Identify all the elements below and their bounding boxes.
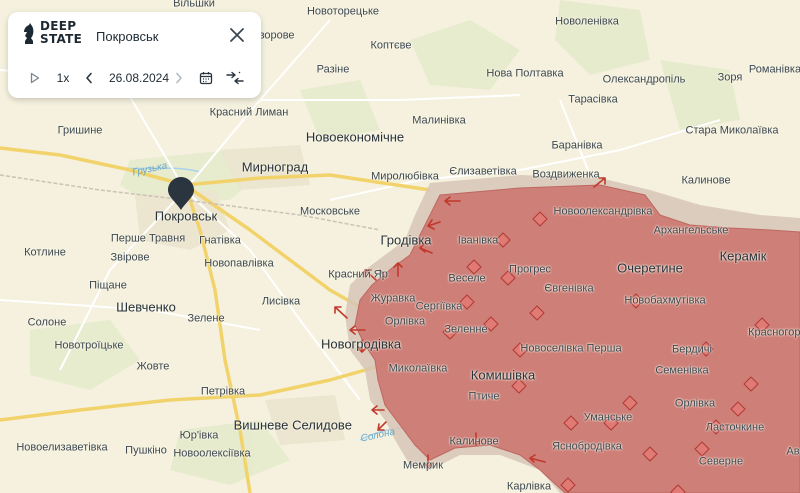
- label-novooleksandrivka[interactable]: Новоолександрівка: [554, 206, 653, 218]
- label-vilyshky[interactable]: Вільшки: [173, 0, 215, 10]
- timeline-control-panel: DEEP STATE Покровськ 1x 26.08.2024: [8, 12, 261, 98]
- label-pershe-travnia[interactable]: Перше Травня: [111, 233, 185, 245]
- label-zelenne[interactable]: Зеленне: [444, 324, 487, 336]
- label-novobakhmutivka[interactable]: Новобахмутівка: [624, 295, 705, 307]
- label-komyshivka[interactable]: Комишівка: [471, 369, 535, 382]
- label-oleksandropil[interactable]: Олександропіль: [603, 74, 686, 86]
- compare-button[interactable]: [225, 69, 245, 87]
- label-umanske[interactable]: Уманське: [584, 412, 633, 424]
- label-zhovte[interactable]: Жовте: [137, 361, 170, 373]
- label-pokrovsk[interactable]: Покровськ: [155, 210, 217, 223]
- label-kotlyne[interactable]: Котлине: [24, 247, 66, 259]
- logo-wordmark: DEEP STATE: [40, 20, 82, 46]
- label-tarasivka[interactable]: Тарасівка: [568, 94, 618, 106]
- label-semenivka[interactable]: Семенівка: [655, 365, 708, 377]
- label-krasnyi-yar[interactable]: Красний Яр: [328, 269, 388, 281]
- label-hnativka[interactable]: Гнатівка: [199, 235, 241, 247]
- label-krasnohorivka[interactable]: Красногорівка: [748, 327, 800, 339]
- label-yasnobrodivka[interactable]: Яснобродівка: [552, 441, 622, 453]
- label-baranivka[interactable]: Баранівка: [551, 140, 602, 152]
- label-vesele[interactable]: Веселе: [448, 273, 485, 285]
- playback-controls: 1x 26.08.2024: [8, 66, 261, 90]
- label-zoria[interactable]: Зоря: [718, 72, 743, 84]
- label-novotroitske[interactable]: Новотроїцьке: [54, 340, 123, 352]
- chevron-left-icon: [86, 72, 92, 84]
- label-ivanivka[interactable]: Іванівка: [458, 235, 498, 247]
- label-av[interactable]: Ав: [786, 446, 799, 458]
- next-day-button[interactable]: [172, 69, 186, 87]
- label-novoekonomichne[interactable]: Новоекономічне: [306, 131, 404, 144]
- label-orlivka[interactable]: Орлівка: [385, 316, 425, 328]
- label-pischane[interactable]: Піщане: [89, 280, 127, 292]
- label-zelene[interactable]: Зелене: [187, 313, 224, 325]
- place-title: Покровськ: [96, 29, 159, 44]
- label-yevhenivka[interactable]: Євгенівка: [544, 283, 593, 295]
- label-keramik[interactable]: Керамік: [720, 250, 767, 263]
- label-vozdvyzhenka[interactable]: Воздвиженка: [532, 169, 599, 181]
- label-pushkino[interactable]: Пушкіно: [125, 445, 167, 457]
- label-orlivka-east[interactable]: Орлівка: [675, 398, 715, 410]
- date-display[interactable]: 26.08.2024: [100, 69, 178, 87]
- label-stara-mykolaivka[interactable]: Стара Миколаївка: [686, 125, 779, 137]
- label-krasnyi-lyman[interactable]: Красний Лиман: [210, 107, 289, 119]
- label-ptyche[interactable]: Птиче: [469, 391, 500, 403]
- label-sieverne[interactable]: Северне: [699, 456, 743, 468]
- label-kalynove[interactable]: Калинове: [681, 175, 730, 187]
- play-icon: [30, 72, 40, 84]
- label-novoselivka-persha[interactable]: Новоселівка Перша: [520, 343, 621, 355]
- knight-icon: [24, 23, 34, 44]
- calendar-button[interactable]: [198, 69, 214, 87]
- label-novohrodivka[interactable]: Новогродівка: [321, 338, 401, 351]
- label-zhuravka[interactable]: Журавка: [371, 293, 416, 305]
- label-lastochkyne[interactable]: Ласточкине: [706, 422, 765, 434]
- label-novooleksiivka[interactable]: Новоолексіївка: [173, 448, 250, 460]
- logo-line-2: STATE: [40, 32, 83, 46]
- label-prohres[interactable]: Прогрес: [509, 264, 551, 276]
- label-mykolaivka[interactable]: Миколаївка: [389, 363, 448, 375]
- deepstate-logo[interactable]: DEEP STATE: [22, 20, 82, 46]
- label-kalynove-south[interactable]: Калинове: [449, 436, 498, 448]
- label-yurivka[interactable]: Юр'івка: [180, 430, 219, 442]
- label-ocheretyne[interactable]: Очеретине: [617, 262, 683, 275]
- chevron-right-icon: [176, 72, 182, 84]
- label-novolenivka[interactable]: Новоленівка: [555, 16, 619, 28]
- label-romanivka[interactable]: Романівка: [749, 64, 800, 76]
- label-selydove[interactable]: Селидове: [292, 419, 352, 432]
- previous-day-button[interactable]: [82, 69, 96, 87]
- label-novotoretske[interactable]: Новоторецьке: [307, 6, 379, 18]
- label-berdychi[interactable]: Бердичі: [672, 344, 712, 356]
- label-shevchenko[interactable]: Шевченко: [116, 301, 176, 314]
- label-hrodivka[interactable]: Гродівка: [380, 234, 431, 247]
- label-myroliubivka[interactable]: Миролюбівка: [371, 171, 439, 183]
- label-myrnohrad[interactable]: Мирноград: [242, 161, 309, 174]
- speed-button[interactable]: 1x: [52, 69, 74, 87]
- label-novoelyzavetivka[interactable]: Новоелизаветівка: [16, 442, 107, 454]
- label-zvirove[interactable]: Звірове: [110, 252, 149, 264]
- label-karlivka[interactable]: Карлівка: [507, 481, 551, 493]
- label-solone[interactable]: Солоне: [28, 317, 67, 329]
- label-zorove[interactable]: зорове: [259, 30, 294, 42]
- label-novopavlivka[interactable]: Новопавлівка: [204, 258, 273, 270]
- calendar-icon: [199, 72, 213, 85]
- label-lysivka[interactable]: Лисівка: [262, 296, 300, 308]
- label-malynivka[interactable]: Малинівка: [412, 115, 466, 127]
- label-vyshneve[interactable]: Вишневе: [234, 419, 289, 432]
- label-serhiivka[interactable]: Сергіївка: [416, 301, 463, 313]
- label-razine[interactable]: Разіне: [317, 64, 350, 76]
- compare-arrows-icon: [226, 71, 244, 85]
- label-koptieve[interactable]: Коптєве: [371, 40, 412, 52]
- close-icon: [230, 28, 244, 42]
- label-moskovske[interactable]: Московське: [300, 206, 360, 218]
- label-hryshyne[interactable]: Гришине: [58, 125, 103, 137]
- label-yelyzavetivka[interactable]: Єлизаветівка: [449, 166, 517, 178]
- label-nova-poltavka[interactable]: Нова Полтавка: [486, 68, 563, 80]
- label-petrivka[interactable]: Петрівка: [201, 386, 245, 398]
- label-arkhanhelske[interactable]: Архангельське: [654, 225, 729, 237]
- label-memryk[interactable]: Мемрик: [403, 460, 443, 472]
- play-button[interactable]: [28, 69, 42, 87]
- close-button[interactable]: [228, 26, 246, 44]
